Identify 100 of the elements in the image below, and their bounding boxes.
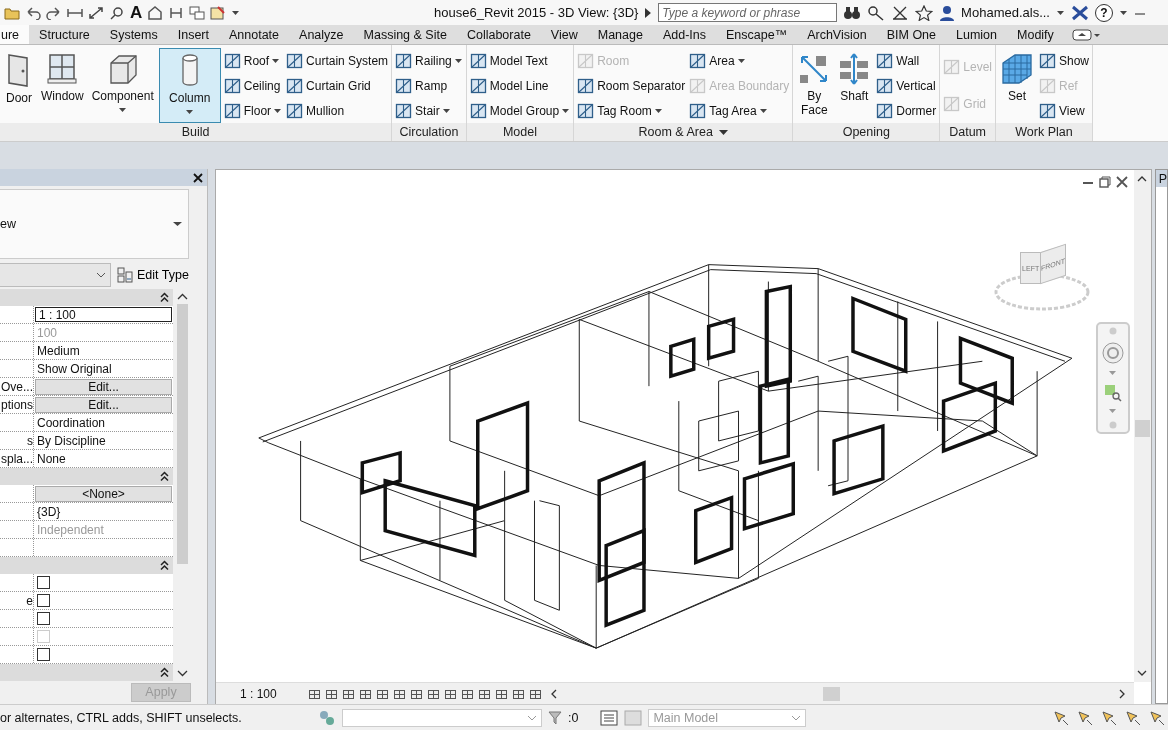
house-icon[interactable]	[147, 5, 164, 20]
filter-icon[interactable]	[548, 709, 562, 726]
checkbox[interactable]	[37, 612, 50, 625]
ribbon-tab[interactable]: Insert	[167, 25, 219, 44]
ribbon-large-button[interactable]: Set	[998, 48, 1036, 123]
view-control-icon[interactable]	[375, 687, 390, 700]
ribbon-tool-button[interactable]: Dormer	[875, 101, 938, 120]
ribbon-tab[interactable]: Structure	[29, 25, 100, 44]
property-button[interactable]: <None>	[35, 485, 172, 502]
ribbon-tool-button[interactable]: Area	[688, 51, 791, 70]
ribbon-tab[interactable]: Add-Ins	[652, 25, 716, 44]
ribbon-tool-button[interactable]: Model Group	[468, 101, 572, 120]
panel-title[interactable]: Datum	[940, 123, 995, 141]
scrollbar-thumb[interactable]	[1134, 420, 1150, 437]
ribbon-tool-button[interactable]: Tag Room	[576, 101, 687, 120]
selection-mode-icon[interactable]	[1076, 708, 1094, 727]
ribbon-tool-button[interactable]: Mullion	[285, 101, 390, 120]
ribbon-tab[interactable]: Modify	[1007, 25, 1064, 44]
undo-icon[interactable]	[25, 5, 41, 20]
ribbon-tool-button[interactable]: Curtain System	[285, 51, 390, 70]
checkbox[interactable]	[37, 648, 50, 661]
binoculars-icon[interactable]	[843, 4, 862, 21]
view-scale[interactable]: 1 : 100	[240, 686, 277, 701]
scroll-left-icon[interactable]	[549, 688, 557, 699]
view-control-icon[interactable]	[358, 687, 373, 700]
panel-title[interactable]: Build	[0, 123, 392, 141]
view-control-icon[interactable]	[409, 687, 424, 700]
ribbon-tab[interactable]: View	[540, 25, 588, 44]
scrollbar-thumb[interactable]	[177, 304, 188, 564]
view-control-icon[interactable]	[324, 687, 339, 700]
star-icon[interactable]	[915, 4, 934, 21]
restore-icon[interactable]	[1098, 176, 1111, 188]
ribbon-large-button[interactable]: Door	[2, 48, 36, 123]
ribbon-tab[interactable]: Lumion	[946, 25, 1007, 44]
user-icon[interactable]	[939, 4, 956, 21]
ribbon-tab[interactable]: Annotate	[219, 25, 290, 44]
ribbon-tool-button[interactable]: Show	[1038, 51, 1090, 70]
scroll-up-icon[interactable]	[1137, 175, 1148, 182]
panel-toggle-icon[interactable]	[1071, 28, 1102, 41]
play-icon[interactable]	[644, 7, 653, 18]
property-button[interactable]: Edit...	[35, 378, 172, 395]
windows-icon[interactable]	[189, 5, 206, 20]
ribbon-large-button[interactable]: By Face	[795, 48, 834, 123]
open-folder-icon[interactable]	[4, 5, 20, 20]
selection-mode-icon[interactable]	[1124, 708, 1142, 727]
panel-title[interactable]: Circulation	[392, 123, 466, 141]
ribbon-tool-button[interactable]: Floor	[222, 101, 284, 120]
view-control-icon[interactable]	[307, 687, 322, 700]
view-control-icon[interactable]	[511, 687, 526, 700]
ribbon-tool-button[interactable]: Stair	[394, 101, 464, 120]
panel-title[interactable]: Work Plan	[996, 123, 1092, 141]
ribbon-tool-button[interactable]: Curtain Grid	[285, 76, 390, 95]
checkbox[interactable]	[37, 576, 50, 589]
selection-mode-icon[interactable]	[1148, 708, 1166, 727]
exchange-icon[interactable]	[1071, 4, 1089, 21]
steering-wheel-icon[interactable]	[1101, 342, 1124, 365]
selection-mode-icon[interactable]	[1052, 708, 1070, 727]
ribbon-tab[interactable]: BIM One	[876, 25, 946, 44]
text-tool[interactable]: A	[130, 2, 143, 23]
view-control-icon[interactable]	[494, 687, 509, 700]
selection-mode-icon[interactable]	[1100, 708, 1118, 727]
view-control-icon[interactable]	[341, 687, 356, 700]
ribbon-tab[interactable]: Manage	[587, 25, 653, 44]
type-selector[interactable]: ew	[0, 189, 189, 259]
scroll-down-icon[interactable]	[1137, 670, 1148, 677]
ribbon-tool-button[interactable]: Ceiling	[222, 76, 284, 95]
ribbon-tool-button[interactable]: Model Line	[468, 76, 572, 95]
list-icon[interactable]	[600, 709, 619, 726]
ribbon-large-button[interactable]: Shaft	[835, 48, 874, 123]
scroll-down-icon[interactable]	[177, 670, 188, 677]
ribbon-large-button[interactable]: Component	[88, 48, 157, 123]
ribbon-tool-button[interactable]: View	[1038, 101, 1090, 120]
zoom-icon[interactable]	[1103, 383, 1122, 402]
ribbon-tab[interactable]: Analyze	[289, 25, 354, 44]
satellite-icon[interactable]	[891, 4, 910, 21]
ribbon-tool-button[interactable]: Ramp	[394, 76, 464, 95]
ribbon-tab[interactable]: ArchVision	[797, 25, 877, 44]
ribbon-tool-button[interactable]: Room Separator	[576, 76, 687, 95]
ribbon-tool-button[interactable]: Railing	[394, 51, 464, 70]
redo-icon[interactable]	[46, 5, 62, 20]
ribbon-tool-button[interactable]: Model Text	[468, 51, 572, 70]
dimension-icon[interactable]	[88, 5, 104, 20]
scroll-up-icon[interactable]	[177, 293, 188, 300]
view-control-icon[interactable]	[443, 687, 458, 700]
panel-title[interactable]: Room & Area	[574, 123, 793, 141]
ribbon-tool-button[interactable]: Roof	[222, 51, 284, 70]
ribbon-tab[interactable]: Enscape™	[716, 25, 798, 44]
ribbon-tab[interactable]: Collaborate	[456, 25, 541, 44]
ribbon-tool-button[interactable]: Wall	[875, 51, 938, 70]
ribbon-tab[interactable]: ure	[0, 25, 30, 44]
view-control-icon[interactable]	[460, 687, 475, 700]
scroll-right-icon[interactable]	[1118, 688, 1126, 699]
panel-title[interactable]: Model	[466, 123, 574, 141]
ribbon-large-button[interactable]: Column	[158, 48, 221, 123]
ribbon-tab[interactable]: Massing & Site	[353, 25, 457, 44]
help-button[interactable]: ?	[1095, 3, 1113, 22]
view-control-icon[interactable]	[392, 687, 407, 700]
ribbon-large-button[interactable]: Window	[38, 48, 87, 123]
scrollbar-thumb[interactable]	[822, 686, 840, 701]
ribbon-tool-button[interactable]: Vertical	[875, 76, 938, 95]
